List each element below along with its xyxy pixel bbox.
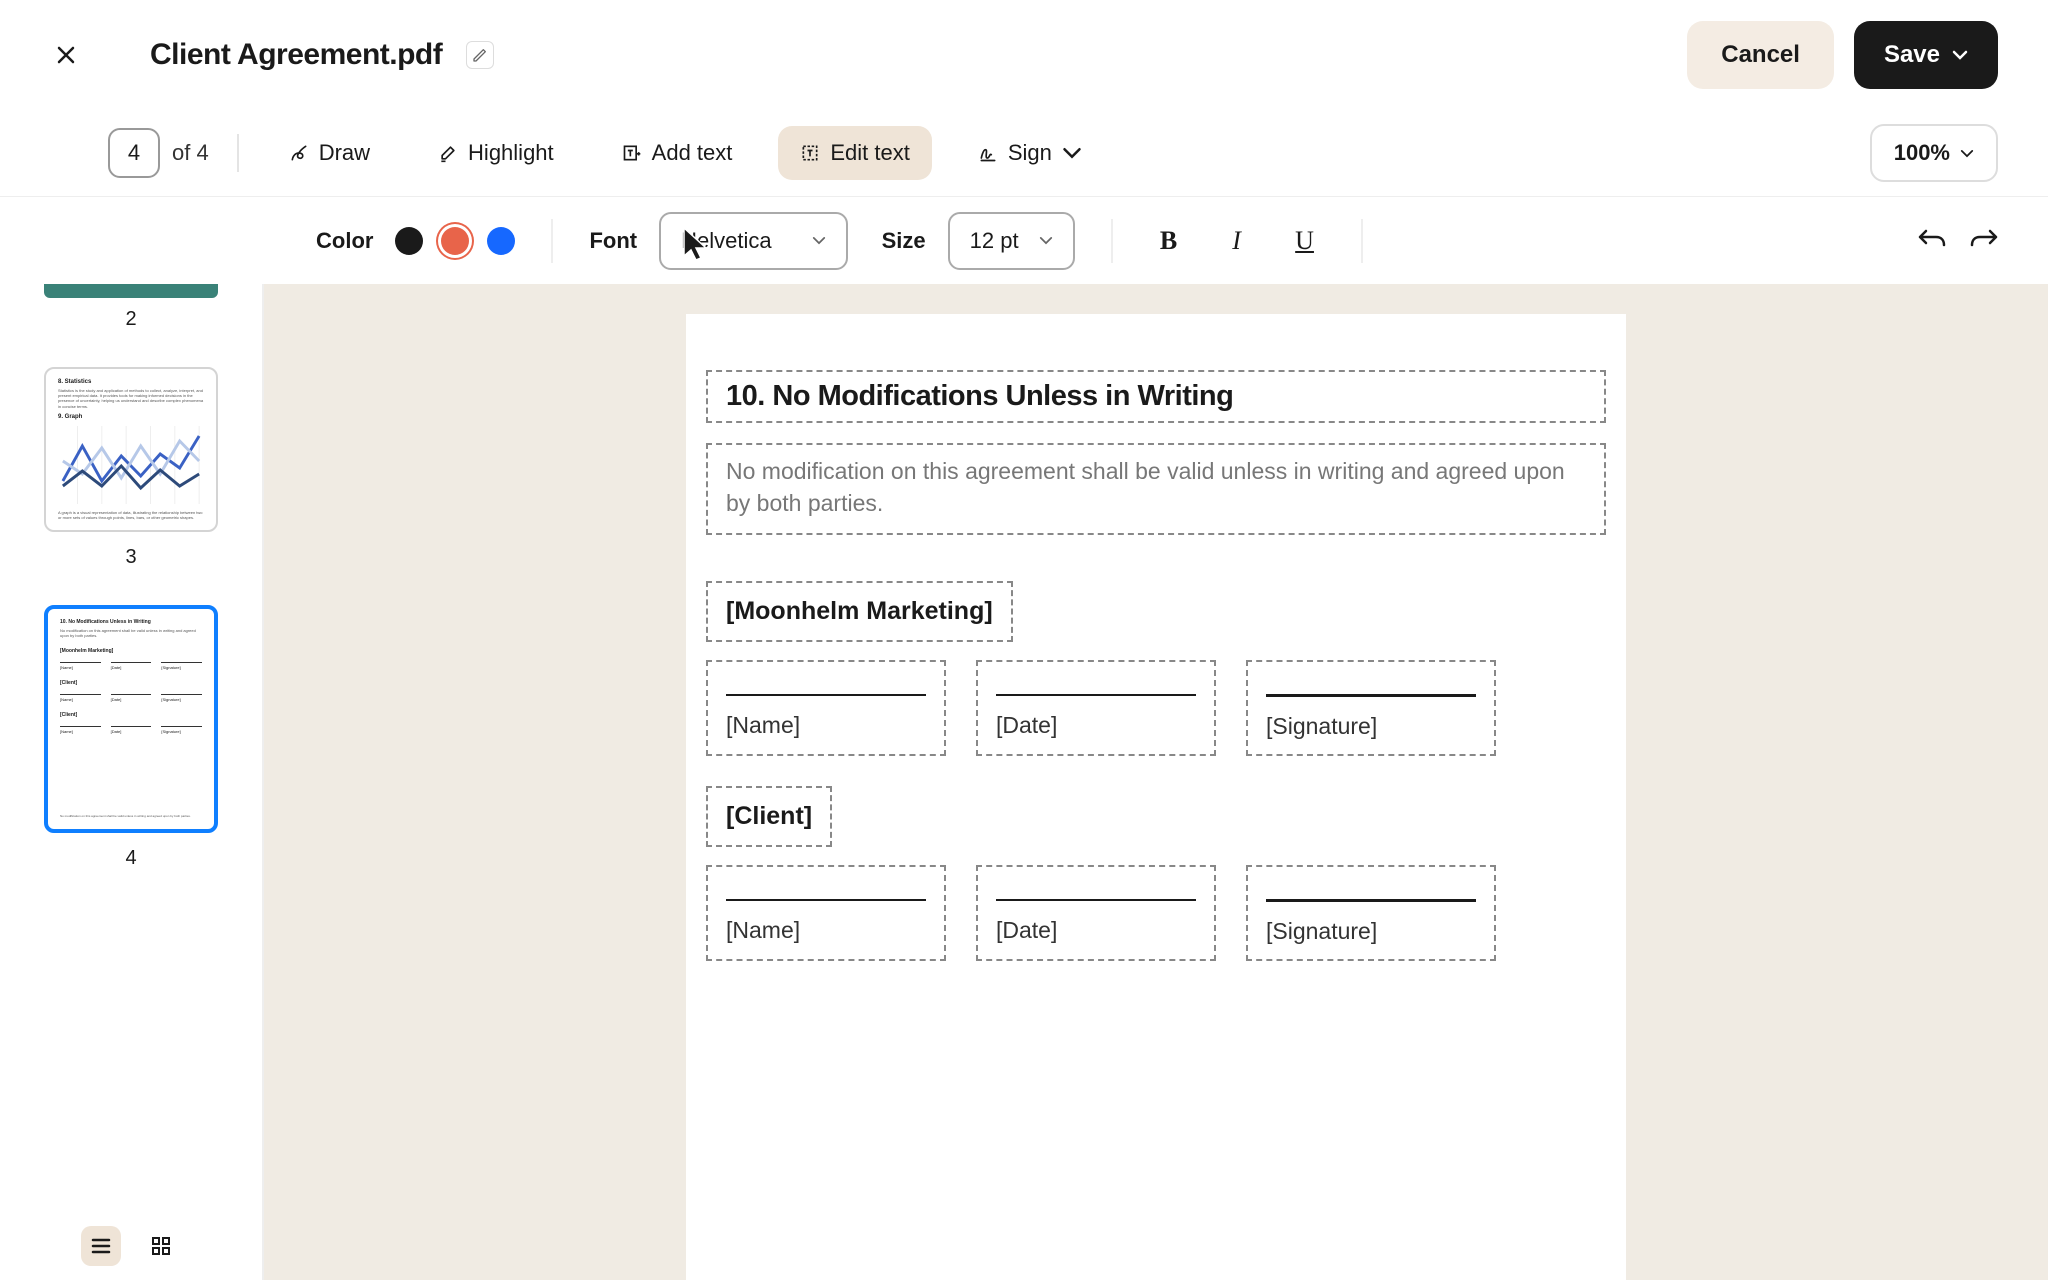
- chevron-down-icon: [812, 236, 826, 245]
- list-icon: [91, 1237, 111, 1255]
- redo-button[interactable]: [1970, 227, 1998, 254]
- divider: [551, 219, 553, 263]
- toolbar: 4 of 4 Draw Highlight Add text Edit text…: [0, 110, 2048, 196]
- edit-text-box-party2[interactable]: [Client]: [706, 786, 832, 847]
- size-label: Size: [882, 228, 926, 254]
- thumbnail-page-2-partial[interactable]: [44, 284, 218, 298]
- thumbnail-page-4[interactable]: 10. No Modifications Unless in Writing N…: [44, 605, 218, 833]
- draw-tool[interactable]: Draw: [267, 126, 392, 180]
- edit-text-box-signature[interactable]: [Signature]: [1246, 660, 1496, 756]
- color-swatch-blue[interactable]: [487, 227, 515, 255]
- draw-icon: [289, 143, 309, 163]
- sign-icon: [978, 143, 998, 163]
- edit-text-box-signature[interactable]: [Signature]: [1246, 865, 1496, 961]
- undo-button[interactable]: [1918, 227, 1946, 254]
- thumbnail-sidebar: 2 8. Statistics Statistics is the study …: [0, 284, 264, 1280]
- chevron-down-icon: [1960, 149, 1974, 158]
- chevron-down-icon: [1039, 236, 1053, 245]
- document-title: Client Agreement.pdf: [150, 38, 442, 72]
- close-icon: [54, 43, 78, 67]
- edit-text-box-heading[interactable]: 10. No Modifications Unless in Writing: [706, 370, 1606, 423]
- signature-row: [Name] [Date] [Signature]: [706, 660, 1606, 756]
- add-text-icon: [622, 143, 642, 163]
- save-button[interactable]: Save: [1854, 21, 1998, 89]
- page-current-input[interactable]: 4: [108, 128, 160, 178]
- edit-text-box-body[interactable]: No modification on this agreement shall …: [706, 443, 1606, 535]
- thumb-number: 4: [125, 847, 136, 870]
- page-indicator: 4 of 4: [108, 128, 209, 178]
- cancel-button[interactable]: Cancel: [1687, 21, 1834, 89]
- pencil-icon: [472, 47, 488, 63]
- font-label: Font: [589, 228, 637, 254]
- divider: [237, 134, 239, 172]
- format-bar: Color Font Helvetica Size 12 pt B I U: [0, 196, 2048, 284]
- signature-row: [Name] [Date] [Signature]: [706, 865, 1606, 961]
- bold-button[interactable]: B: [1149, 221, 1189, 261]
- page-total: of 4: [172, 140, 209, 166]
- undo-icon: [1918, 227, 1946, 249]
- add-text-tool[interactable]: Add text: [600, 126, 755, 180]
- color-swatch-red[interactable]: [441, 227, 469, 255]
- main: 2 8. Statistics Statistics is the study …: [0, 284, 2048, 1280]
- rename-button[interactable]: [466, 41, 494, 69]
- edit-text-icon: [800, 143, 820, 163]
- sign-tool[interactable]: Sign: [956, 126, 1104, 180]
- divider: [1111, 219, 1113, 263]
- thumbnail-page-3[interactable]: 8. Statistics Statistics is the study an…: [44, 367, 218, 532]
- chevron-down-icon: [1952, 50, 1968, 60]
- color-swatch-black[interactable]: [395, 227, 423, 255]
- edit-text-box-party1[interactable]: [Moonhelm Marketing]: [706, 581, 1013, 642]
- edit-text-box-date[interactable]: [Date]: [976, 865, 1216, 961]
- thumb-number: 3: [125, 546, 136, 569]
- underline-button[interactable]: U: [1285, 221, 1325, 261]
- zoom-dropdown[interactable]: 100%: [1870, 124, 1998, 182]
- highlight-icon: [438, 143, 458, 163]
- edit-text-tool[interactable]: Edit text: [778, 126, 931, 180]
- cursor-pointer-icon: [680, 226, 712, 269]
- list-view-button[interactable]: [81, 1226, 121, 1266]
- edit-text-box-date[interactable]: [Date]: [976, 660, 1216, 756]
- chart-thumbnail: [58, 426, 204, 504]
- view-toggle: [81, 1226, 181, 1266]
- save-label: Save: [1884, 41, 1940, 69]
- grid-icon: [151, 1236, 171, 1256]
- redo-icon: [1970, 227, 1998, 249]
- divider: [1361, 219, 1363, 263]
- header: Client Agreement.pdf Cancel Save: [0, 0, 2048, 110]
- grid-view-button[interactable]: [141, 1226, 181, 1266]
- page-4: 10. No Modifications Unless in Writing N…: [686, 314, 1626, 1280]
- edit-text-box-name[interactable]: [Name]: [706, 865, 946, 961]
- italic-button[interactable]: I: [1217, 221, 1257, 261]
- size-dropdown[interactable]: 12 pt: [948, 212, 1075, 270]
- color-label: Color: [316, 228, 373, 254]
- highlight-tool[interactable]: Highlight: [416, 126, 576, 180]
- thumb-number: 2: [125, 308, 136, 331]
- close-button[interactable]: [50, 39, 82, 71]
- canvas[interactable]: 10. No Modifications Unless in Writing N…: [264, 284, 2048, 1280]
- chevron-down-icon: [1062, 143, 1082, 163]
- section-heading: 10. No Modifications Unless in Writing: [726, 380, 1586, 413]
- edit-text-box-name[interactable]: [Name]: [706, 660, 946, 756]
